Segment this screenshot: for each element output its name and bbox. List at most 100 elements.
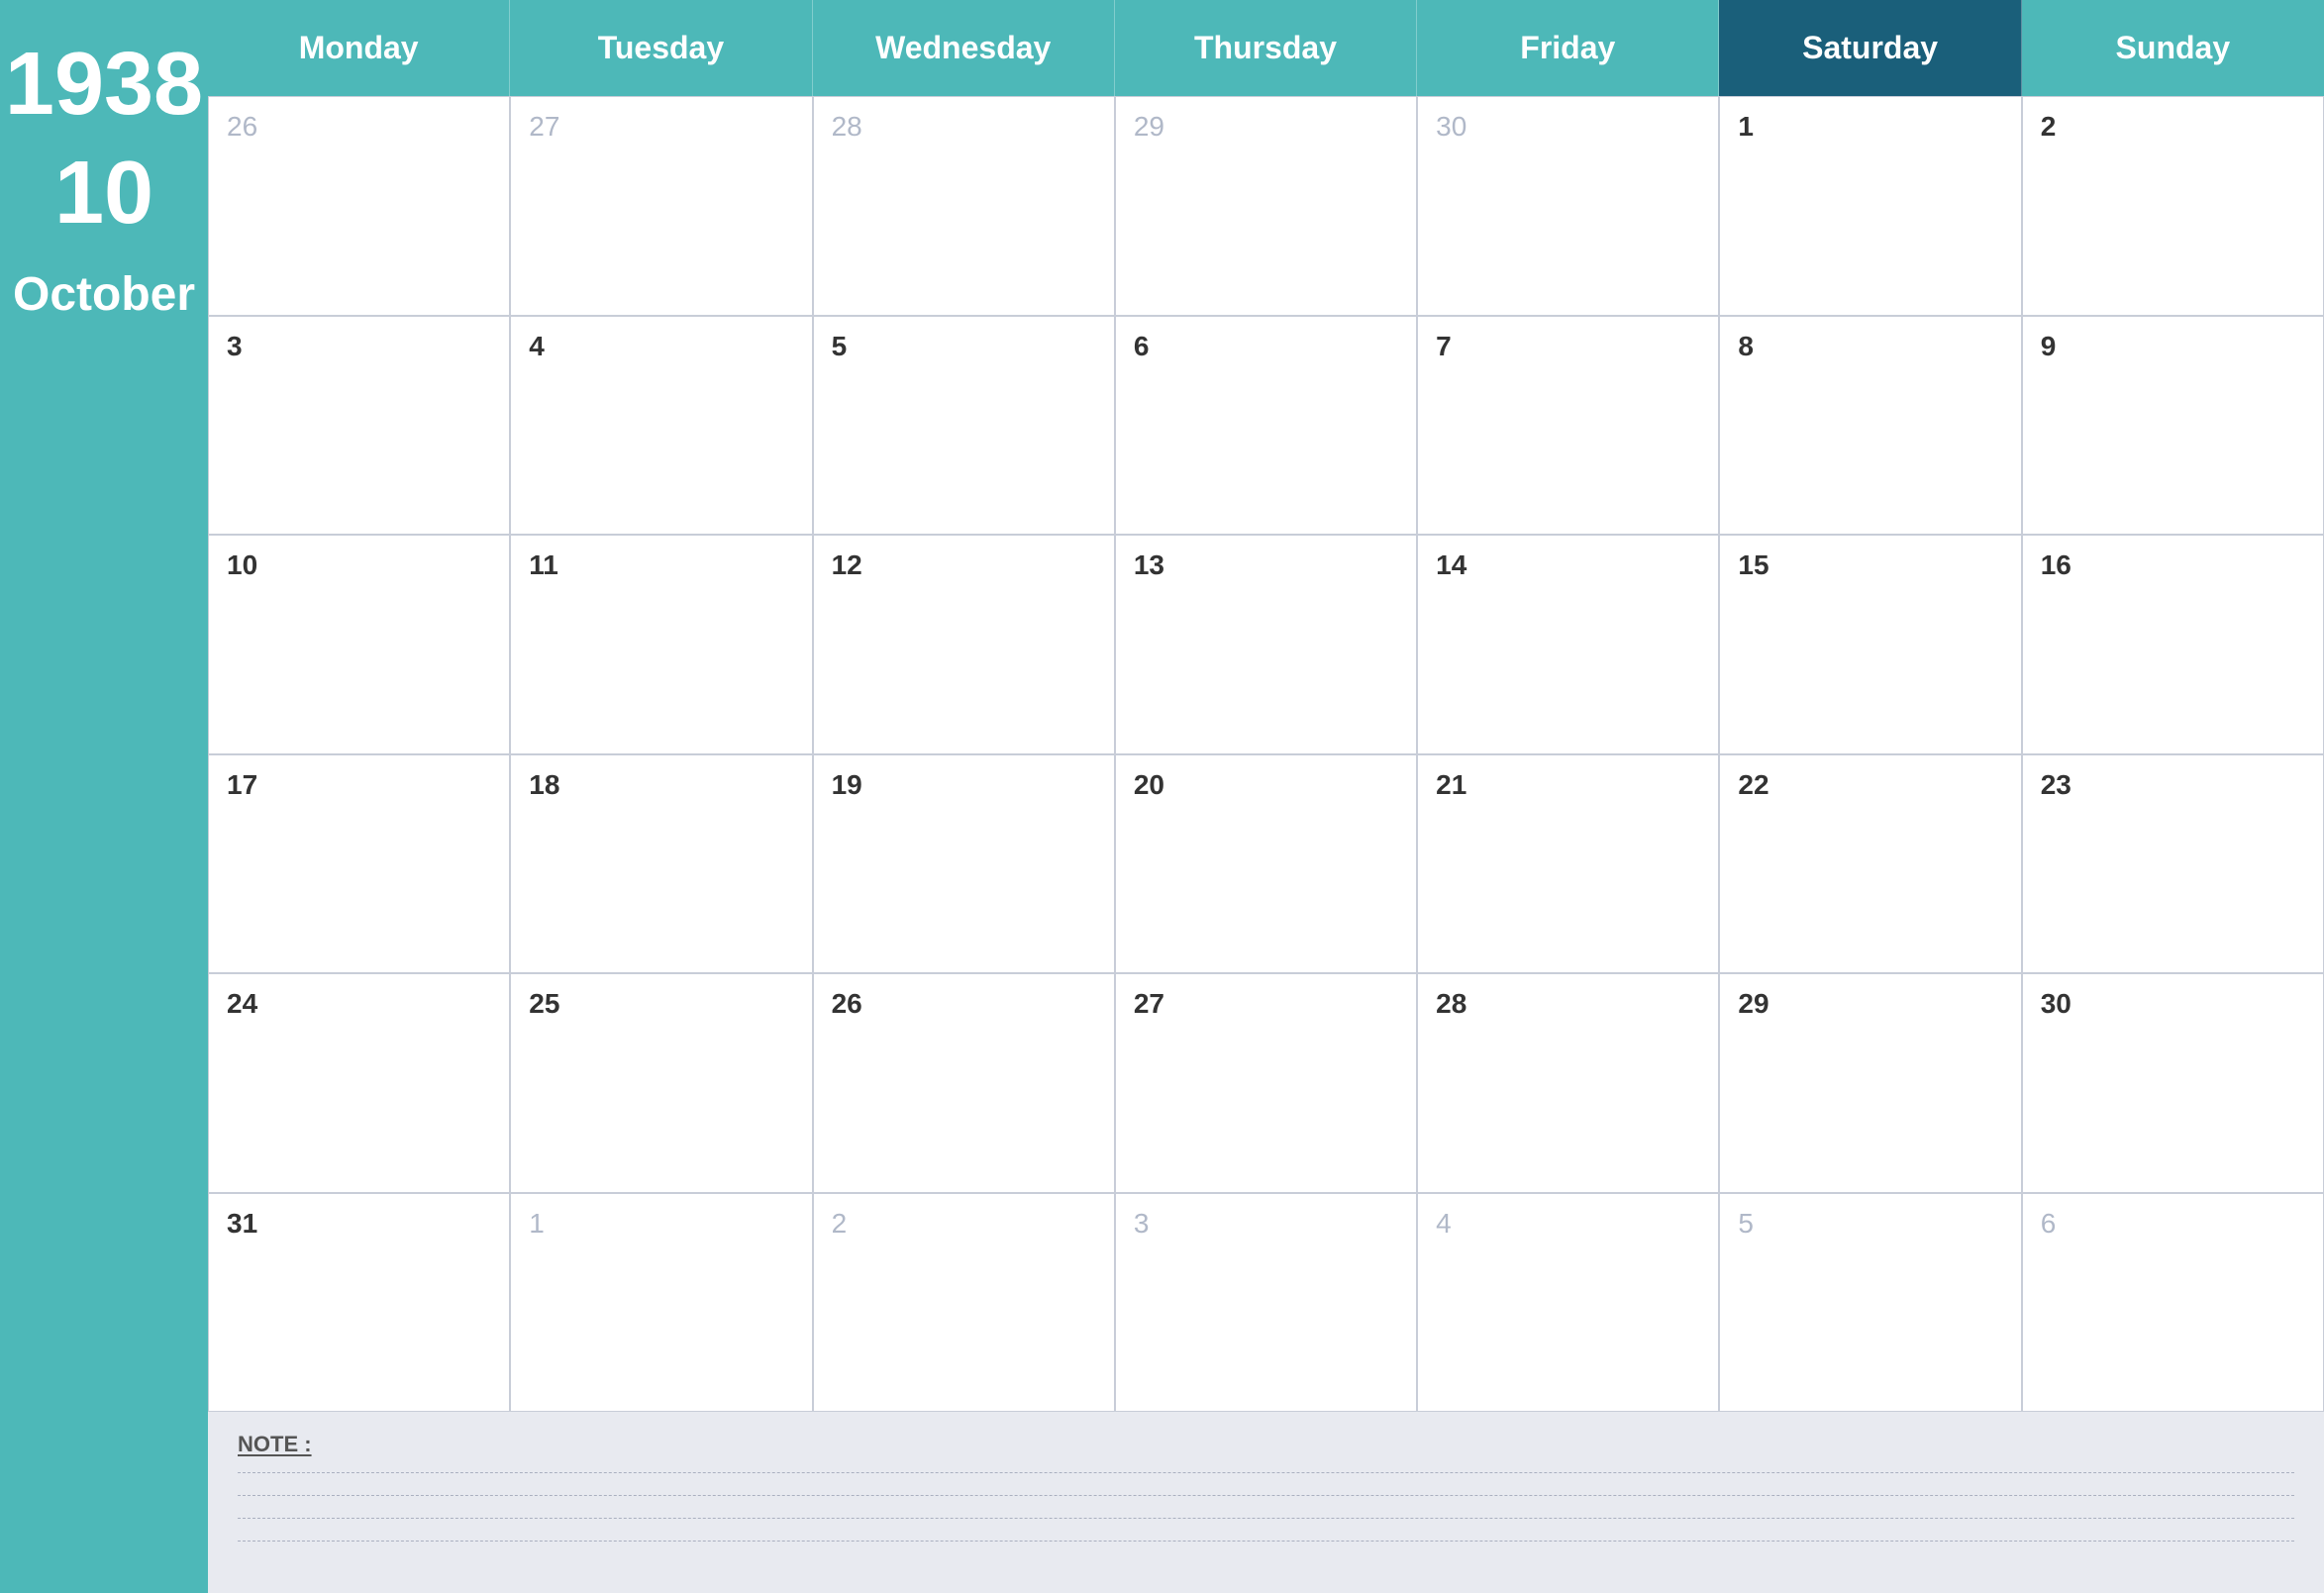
sidebar: 1938 10 October: [0, 0, 208, 1593]
calendar-cell[interactable]: 18: [510, 754, 812, 974]
header-cell-sunday: Sunday: [2022, 0, 2324, 96]
day-number: 9: [2041, 331, 2305, 362]
day-number: 15: [1738, 549, 2002, 581]
calendar-cell[interactable]: 6: [1115, 316, 1417, 536]
day-number: 1: [1738, 111, 2002, 143]
calendar-cell[interactable]: 28: [813, 96, 1115, 316]
note-line-3: [238, 1518, 2294, 1519]
note-line-4: [238, 1541, 2294, 1542]
calendar-cell[interactable]: 27: [1115, 973, 1417, 1193]
day-number: 4: [1436, 1208, 1700, 1240]
calendar-cell[interactable]: 24: [208, 973, 510, 1193]
calendar-cell[interactable]: 31: [208, 1193, 510, 1413]
day-number: 26: [227, 111, 491, 143]
day-number: 5: [1738, 1208, 2002, 1240]
calendar-cell[interactable]: 30: [1417, 96, 1719, 316]
calendar-cell[interactable]: 26: [208, 96, 510, 316]
day-number: 28: [832, 111, 1096, 143]
day-number: 27: [529, 111, 793, 143]
calendar-cell[interactable]: 1: [510, 1193, 812, 1413]
day-number: 4: [529, 331, 793, 362]
sidebar-month-name: October: [13, 267, 195, 322]
day-number: 19: [832, 769, 1096, 801]
calendar-cell[interactable]: 23: [2022, 754, 2324, 974]
calendar-grid: 2627282930123456789101112131415161718192…: [208, 96, 2324, 1412]
day-number: 30: [2041, 988, 2305, 1020]
calendar-cell[interactable]: 11: [510, 535, 812, 754]
calendar-cell[interactable]: 13: [1115, 535, 1417, 754]
day-number: 8: [1738, 331, 2002, 362]
day-number: 30: [1436, 111, 1700, 143]
calendar-cell[interactable]: 1: [1719, 96, 2021, 316]
calendar-cell[interactable]: 28: [1417, 973, 1719, 1193]
sidebar-year: 1938: [5, 40, 203, 129]
calendar-cell[interactable]: 21: [1417, 754, 1719, 974]
calendar-cell[interactable]: 8: [1719, 316, 2021, 536]
notes-section: NOTE :: [208, 1412, 2324, 1593]
calendar-cell[interactable]: 5: [1719, 1193, 2021, 1413]
day-number: 13: [1134, 549, 1398, 581]
calendar-cell[interactable]: 5: [813, 316, 1115, 536]
day-number: 31: [227, 1208, 491, 1240]
header-cell-saturday: Saturday: [1719, 0, 2021, 96]
note-label: NOTE :: [238, 1432, 2294, 1457]
day-number: 24: [227, 988, 491, 1020]
day-number: 29: [1134, 111, 1398, 143]
day-number: 1: [529, 1208, 793, 1240]
day-number: 2: [832, 1208, 1096, 1240]
calendar-cell[interactable]: 14: [1417, 535, 1719, 754]
calendar-main: MondayTuesdayWednesdayThursdayFridaySatu…: [208, 0, 2324, 1593]
calendar-cell[interactable]: 17: [208, 754, 510, 974]
calendar-cell[interactable]: 26: [813, 973, 1115, 1193]
day-number: 27: [1134, 988, 1398, 1020]
calendar-cell[interactable]: 3: [208, 316, 510, 536]
day-number: 21: [1436, 769, 1700, 801]
day-number: 28: [1436, 988, 1700, 1020]
day-number: 6: [2041, 1208, 2305, 1240]
day-number: 14: [1436, 549, 1700, 581]
day-number: 26: [832, 988, 1096, 1020]
day-number: 22: [1738, 769, 2002, 801]
calendar-cell[interactable]: 16: [2022, 535, 2324, 754]
day-number: 29: [1738, 988, 2002, 1020]
header-cell-monday: Monday: [208, 0, 510, 96]
day-number: 11: [529, 549, 793, 581]
day-number: 18: [529, 769, 793, 801]
calendar-cell[interactable]: 30: [2022, 973, 2324, 1193]
header-cell-tuesday: Tuesday: [510, 0, 812, 96]
calendar-cell[interactable]: 27: [510, 96, 812, 316]
day-number: 17: [227, 769, 491, 801]
day-number: 12: [832, 549, 1096, 581]
day-number: 7: [1436, 331, 1700, 362]
calendar-cell[interactable]: 6: [2022, 1193, 2324, 1413]
day-number: 20: [1134, 769, 1398, 801]
calendar-cell[interactable]: 25: [510, 973, 812, 1193]
day-number: 23: [2041, 769, 2305, 801]
calendar-cell[interactable]: 10: [208, 535, 510, 754]
day-number: 3: [227, 331, 491, 362]
calendar-cell[interactable]: 15: [1719, 535, 2021, 754]
calendar-cell[interactable]: 4: [510, 316, 812, 536]
calendar-cell[interactable]: 9: [2022, 316, 2324, 536]
header-cell-friday: Friday: [1417, 0, 1719, 96]
calendar-cell[interactable]: 20: [1115, 754, 1417, 974]
calendar-cell[interactable]: 7: [1417, 316, 1719, 536]
calendar-cell[interactable]: 12: [813, 535, 1115, 754]
calendar-cell[interactable]: 29: [1719, 973, 2021, 1193]
header-cell-thursday: Thursday: [1115, 0, 1417, 96]
calendar-cell[interactable]: 19: [813, 754, 1115, 974]
calendar-container: 1938 10 October MondayTuesdayWednesdayTh…: [0, 0, 2324, 1593]
header-cell-wednesday: Wednesday: [813, 0, 1115, 96]
day-number: 2: [2041, 111, 2305, 143]
sidebar-month-num: 10: [54, 149, 153, 238]
note-line-1: [238, 1472, 2294, 1473]
calendar-cell[interactable]: 2: [813, 1193, 1115, 1413]
calendar-cell[interactable]: 3: [1115, 1193, 1417, 1413]
day-number: 3: [1134, 1208, 1398, 1240]
calendar-cell[interactable]: 4: [1417, 1193, 1719, 1413]
calendar-cell[interactable]: 2: [2022, 96, 2324, 316]
note-line-2: [238, 1495, 2294, 1496]
calendar-header: MondayTuesdayWednesdayThursdayFridaySatu…: [208, 0, 2324, 96]
calendar-cell[interactable]: 29: [1115, 96, 1417, 316]
calendar-cell[interactable]: 22: [1719, 754, 2021, 974]
